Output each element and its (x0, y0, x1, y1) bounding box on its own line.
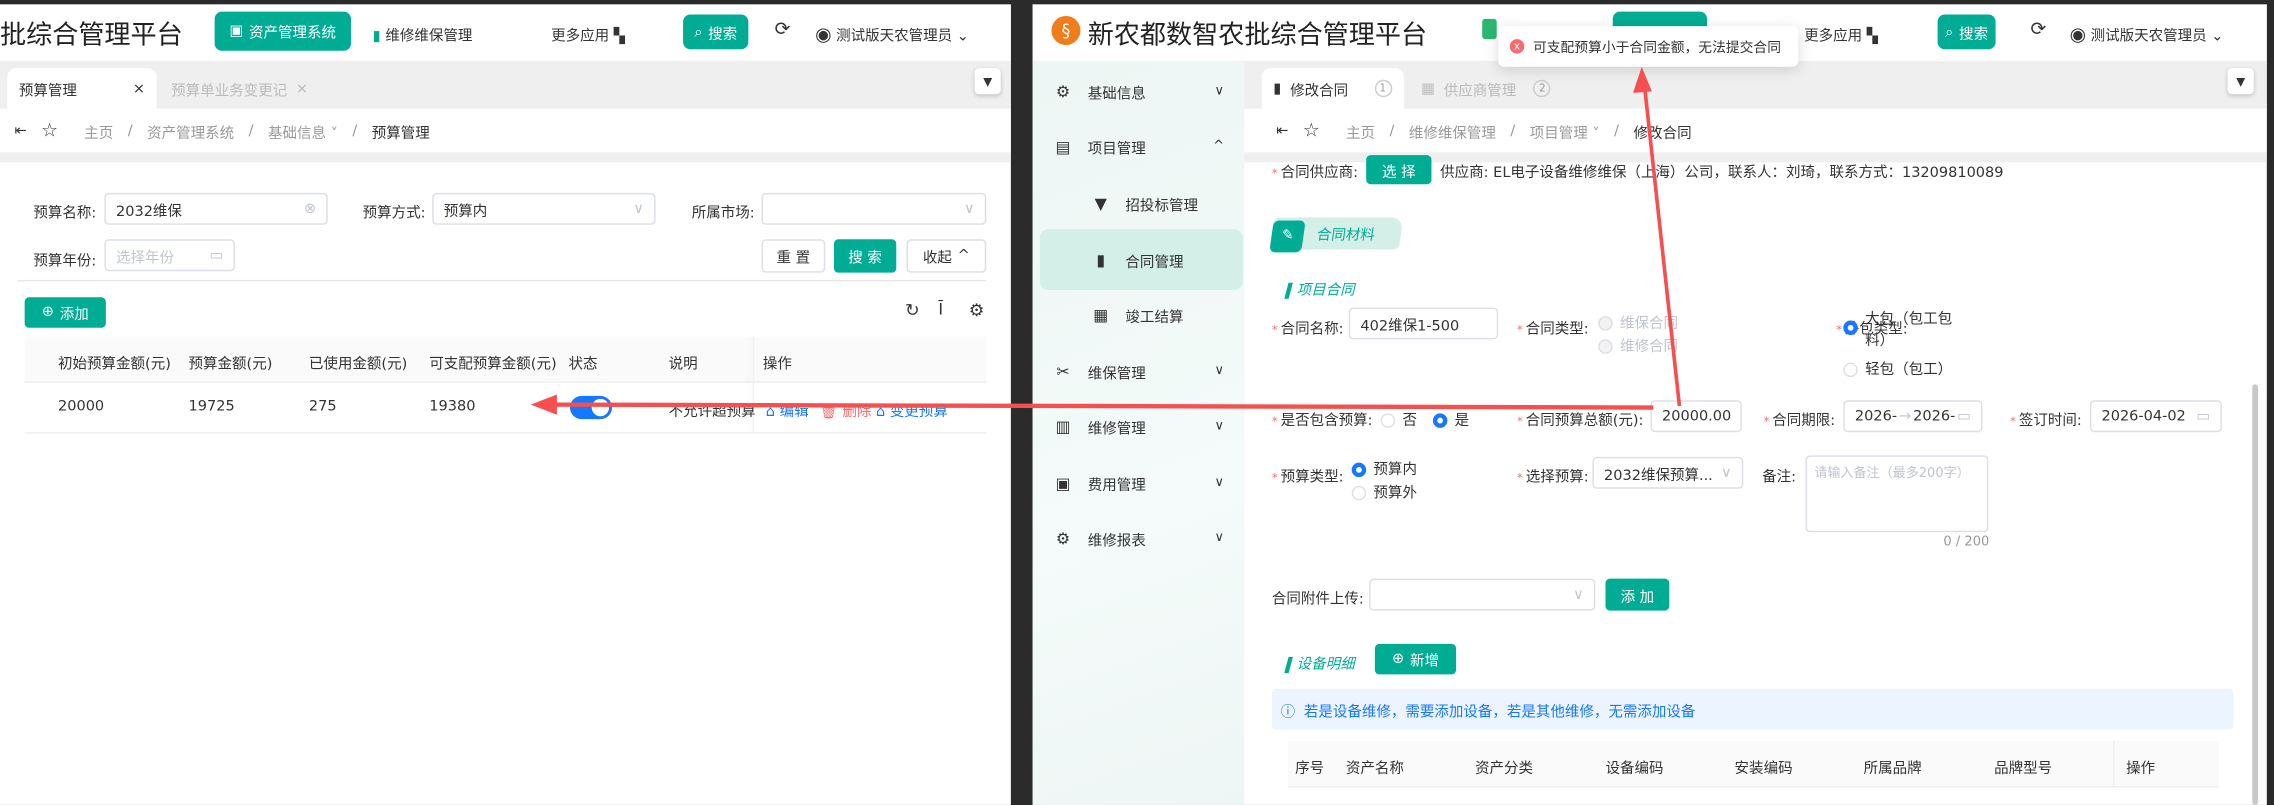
arrow-to-toast (1642, 86, 1682, 407)
annotation-arrows (530, 66, 1682, 415)
arrowhead-left (530, 394, 557, 415)
arrowhead-up (1633, 66, 1652, 93)
arrow-to-available-budget (551, 402, 1654, 410)
